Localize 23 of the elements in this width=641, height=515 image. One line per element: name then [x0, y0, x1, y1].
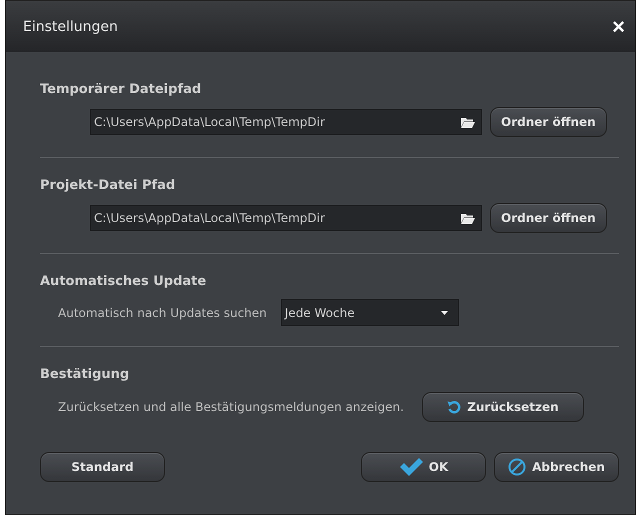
- open-folder-button[interactable]: Ordner öffnen: [490, 107, 607, 137]
- section-title: Projekt-Datei Pfad: [40, 178, 176, 193]
- section-title: Bestätigung: [40, 367, 130, 382]
- section-title: Temporärer Dateipfad: [40, 82, 202, 97]
- ok-button[interactable]: OK: [361, 452, 486, 482]
- folder-icon: [461, 116, 475, 128]
- path-field[interactable]: C:\Users\AppData\Local\Temp\TempDir: [90, 109, 482, 135]
- caret-icon: [440, 310, 448, 314]
- close-button[interactable]: ×: [612, 14, 625, 40]
- checkmark-icon: [398, 458, 423, 476]
- folder-icon: [461, 212, 475, 224]
- update-label: Automatisch nach Updates suchen: [58, 306, 267, 320]
- cancel-button[interactable]: Abbrechen: [494, 452, 619, 482]
- open-folder-button[interactable]: Ordner öffnen: [490, 203, 607, 233]
- reset-button[interactable]: Zurücksetzen: [422, 392, 584, 422]
- reset-icon: [447, 400, 462, 414]
- window-title: Einstellungen: [23, 18, 119, 34]
- cancel-icon: [508, 458, 526, 476]
- path-field[interactable]: C:\Users\AppData\Local\Temp\TempDir: [90, 205, 482, 231]
- section-title: Automatisches Update: [40, 274, 208, 289]
- update-dropdown[interactable]: Jede Woche: [280, 299, 459, 326]
- default-button[interactable]: Standard: [40, 452, 165, 482]
- reset-description: Zurücksetzen und alle Bestätigungsmeldungen anzeigen.: [58, 400, 404, 414]
